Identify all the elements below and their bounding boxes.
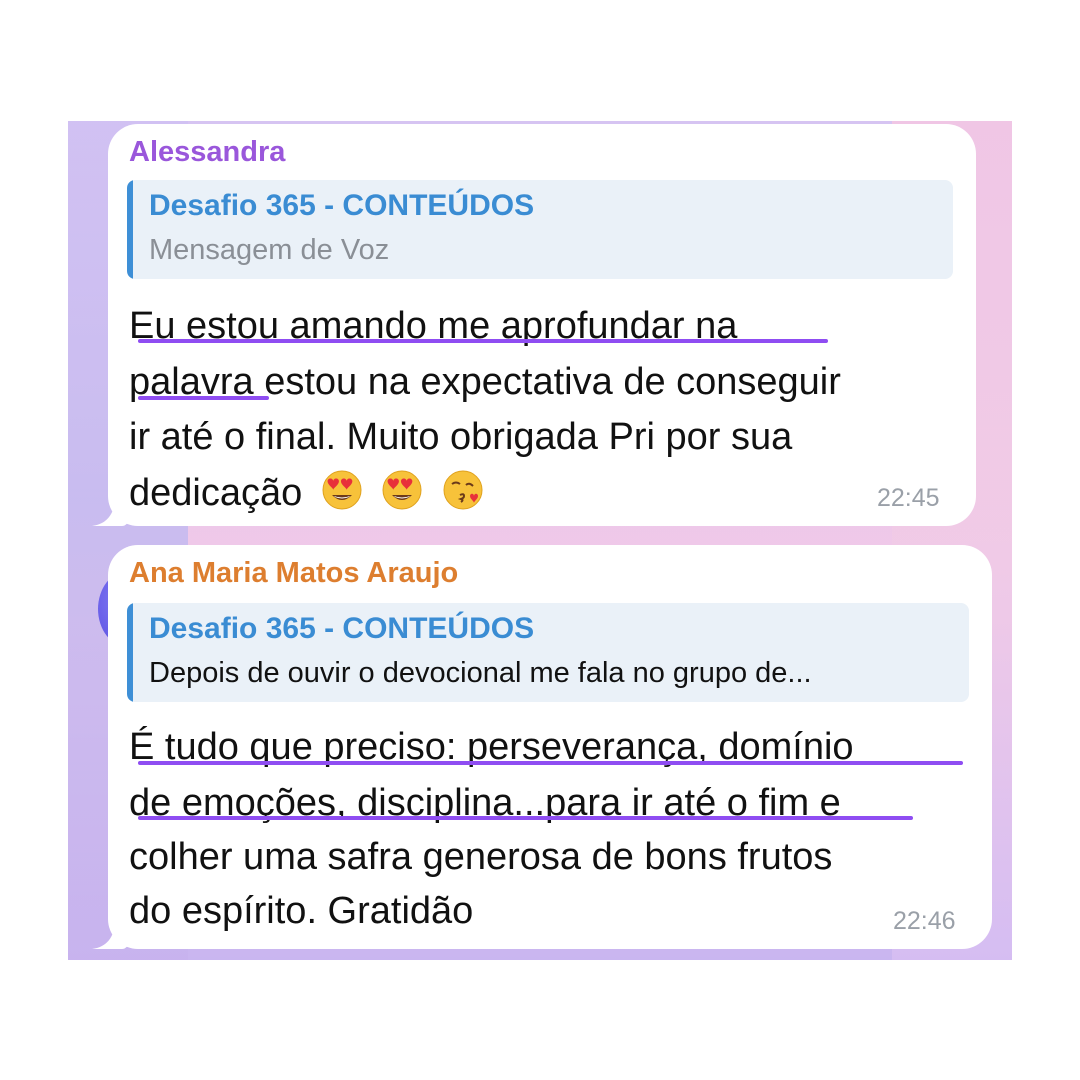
message-text-line: ir até o final. Muito obrigada Pri por s… bbox=[129, 416, 793, 458]
reply-accent-bar bbox=[127, 180, 133, 279]
message-text: dedicação bbox=[129, 472, 303, 514]
sender-name[interactable]: Ana Maria Matos Araujo bbox=[129, 557, 458, 590]
message-text-line: colher uma safra generosa de bons frutos bbox=[129, 836, 833, 878]
message-text-line-last: dedicação bbox=[129, 469, 484, 515]
highlight-underline bbox=[138, 339, 828, 343]
message-bubble[interactable]: Ana Maria Matos Araujo Desafio 365 - CON… bbox=[108, 545, 992, 949]
message-timestamp: 22:45 bbox=[877, 484, 940, 512]
kissing-heart-emoji bbox=[443, 470, 483, 510]
message-text-line: do espírito. Gratidão bbox=[129, 890, 474, 932]
reply-text: Depois de ouvir o devocional me fala no … bbox=[149, 657, 812, 689]
heart-eyes-emoji bbox=[382, 470, 422, 510]
reply-accent-bar bbox=[127, 603, 133, 702]
message-bubble[interactable]: Alessandra Desafio 365 - CONTEÚDOS Mensa… bbox=[108, 124, 976, 526]
message-timestamp: 22:46 bbox=[893, 907, 956, 935]
highlight-underline bbox=[138, 396, 269, 400]
highlight-underline bbox=[138, 761, 963, 765]
highlight-underline bbox=[138, 816, 913, 820]
reply-preview[interactable]: Desafio 365 - CONTEÚDOS Depois de ouvir … bbox=[127, 603, 969, 702]
sender-name[interactable]: Alessandra bbox=[129, 136, 285, 169]
reply-preview[interactable]: Desafio 365 - CONTEÚDOS Mensagem de Voz bbox=[127, 180, 953, 279]
reply-title: Desafio 365 - CONTEÚDOS bbox=[149, 612, 535, 645]
reply-title: Desafio 365 - CONTEÚDOS bbox=[149, 189, 535, 222]
reply-text: Mensagem de Voz bbox=[149, 234, 390, 266]
heart-eyes-emoji bbox=[322, 470, 362, 510]
